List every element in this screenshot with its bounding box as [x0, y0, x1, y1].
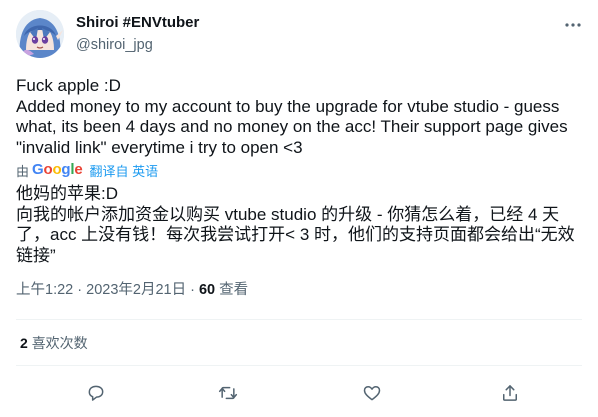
divider [16, 319, 582, 320]
tweet-meta: 上午1:22 · 2023年2月21日 · 60 查看 [16, 281, 248, 299]
tweet-date[interactable]: 2023年2月21日 [86, 282, 186, 298]
share-button[interactable] [498, 381, 522, 405]
author-display-name[interactable]: Shiroi #ENVtuber [76, 14, 199, 32]
divider [16, 365, 582, 366]
likes-label: 喜欢次数 [31, 335, 88, 351]
reply-button[interactable] [84, 381, 108, 405]
action-bar [0, 381, 598, 405]
reply-icon [88, 385, 104, 401]
tweet-time[interactable]: 上午1:22 [16, 282, 73, 298]
views-count: 60 [198, 282, 216, 298]
meta-separator: · [73, 282, 87, 298]
anime-avatar-icon [16, 10, 64, 58]
likes-summary[interactable]: 2 喜欢次数 [20, 334, 88, 352]
retweet-button[interactable] [216, 381, 240, 405]
translation-attribution: 由 Google 翻译自 英语 [16, 161, 159, 180]
tweet-text: Fuck apple :D Added money to my account … [16, 76, 568, 157]
translation-prefix: 由 [16, 163, 30, 179]
author-handle[interactable]: @shiroi_jpg [76, 37, 153, 54]
more-horizontal-icon [565, 23, 581, 27]
translation-source-link[interactable]: 翻译自 英语 [90, 161, 159, 180]
heart-icon [363, 386, 381, 401]
google-logo: Google [32, 161, 83, 178]
retweet-icon [218, 386, 238, 400]
more-options-button[interactable] [562, 15, 584, 35]
like-button[interactable] [360, 381, 384, 405]
translated-tweet-text: 他妈的苹果:D 向我的帐户添加资金以购买 vtube studio 的升级 - … [16, 184, 575, 265]
avatar[interactable] [16, 10, 64, 58]
share-icon [503, 385, 517, 401]
likes-count: 2 [20, 335, 28, 351]
views-label: 查看 [219, 282, 249, 298]
meta-separator: · [186, 282, 199, 298]
